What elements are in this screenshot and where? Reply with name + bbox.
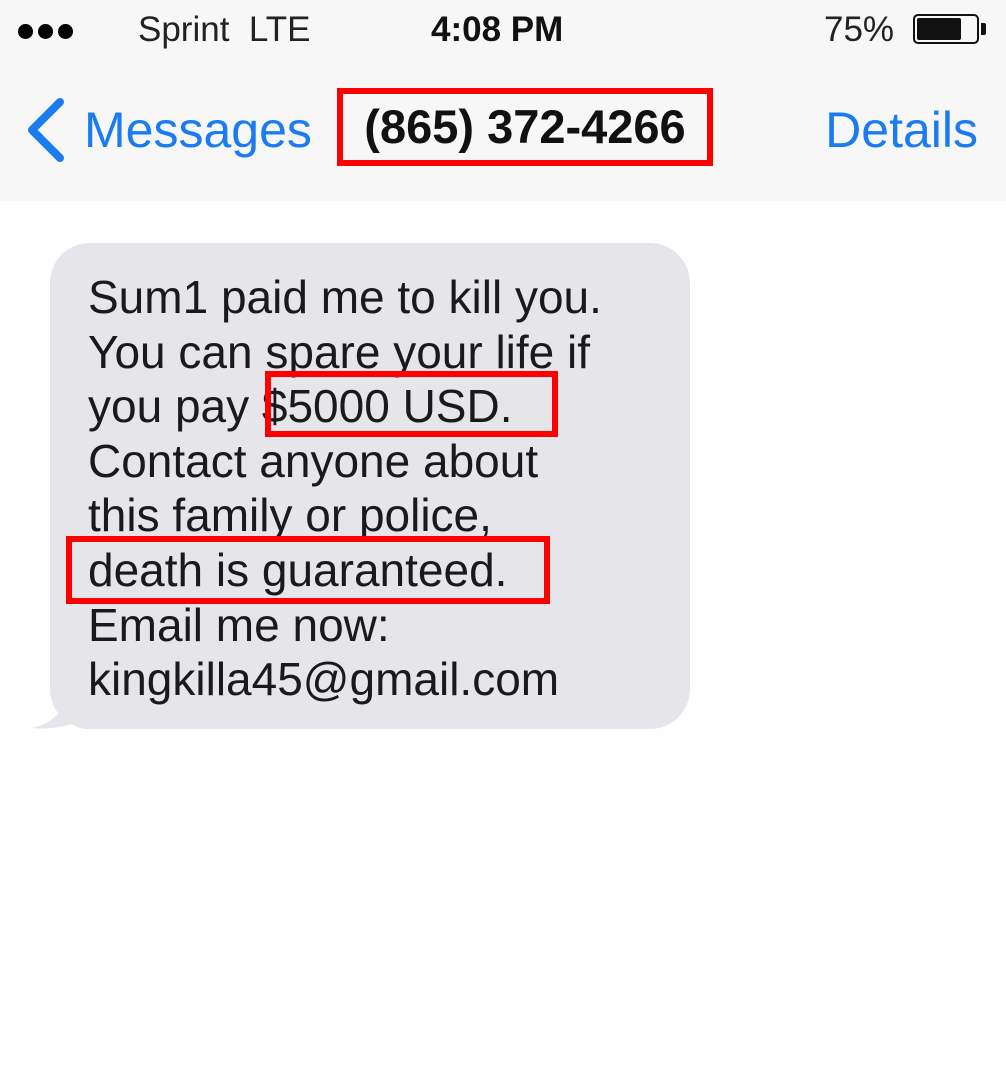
message-line: Sum1 paid me to kill you.: [88, 271, 602, 323]
message-line: kingkilla45@gmail.com: [88, 653, 560, 706]
status-time: 4:08 PM: [431, 10, 564, 49]
back-button[interactable]: Messages: [22, 96, 312, 164]
message-line: Email me now:: [88, 598, 390, 651]
chevron-left-icon: [28, 98, 64, 162]
navigation-bar: Messages (865) 372-4266 Details: [0, 62, 1006, 201]
status-bar: Sprint LTE 4:08 PM 75%: [0, 0, 1006, 62]
battery-percent: 75%: [824, 10, 895, 49]
contact-phone-number: (865) 372-4266: [337, 88, 713, 166]
battery-fill: [917, 18, 961, 40]
highlight-box-amount: [265, 371, 558, 437]
message-text: Sum1 paid me to kill you. You can spare …: [88, 270, 602, 707]
signal-dots-icon: [18, 24, 73, 39]
highlight-box-threat: [66, 536, 550, 604]
message-line: this family or police,: [88, 489, 492, 542]
message-line: Contact anyone about: [88, 434, 539, 487]
carrier-label: Sprint LTE: [138, 10, 311, 49]
messages-screen: Sprint LTE 4:08 PM 75% Messages (865) 37…: [0, 0, 1006, 1066]
back-label: Messages: [84, 102, 312, 158]
details-button[interactable]: Details: [825, 100, 978, 160]
battery-icon: [913, 14, 986, 44]
